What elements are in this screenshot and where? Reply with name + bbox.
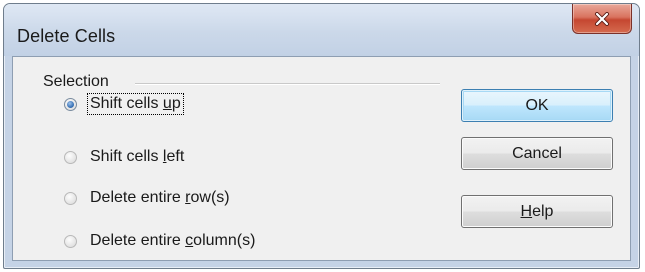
help-button[interactable]: Help bbox=[461, 195, 613, 228]
radio-shift-cells-up[interactable] bbox=[64, 97, 77, 111]
radio-shift-cells-left[interactable] bbox=[64, 150, 77, 164]
option-label-delete-entire-columns: Delete entire column(s) bbox=[88, 231, 257, 251]
option-label-shift-cells-up: Shift cells up bbox=[87, 93, 184, 115]
label-text: eft bbox=[166, 148, 185, 165]
close-x-icon bbox=[595, 11, 609, 26]
label-text: Delete entire bbox=[90, 189, 186, 206]
option-label-shift-cells-left: Shift cells left bbox=[88, 147, 186, 167]
radio-delete-entire-columns[interactable] bbox=[64, 234, 77, 248]
option-label-delete-entire-rows: Delete entire row(s) bbox=[88, 188, 232, 208]
option-delete-entire-rows[interactable]: Delete entire row(s) bbox=[64, 186, 232, 210]
help-button-label: elp bbox=[532, 203, 554, 220]
accelerator-key: c bbox=[185, 232, 194, 249]
option-shift-cells-left[interactable]: Shift cells left bbox=[64, 145, 186, 169]
option-shift-cells-up[interactable]: Shift cells up bbox=[64, 92, 184, 116]
delete-cells-dialog: Delete Cells Selection Shift cells up Sh… bbox=[3, 3, 640, 269]
dialog-body: Selection Shift cells up Shift cells lef… bbox=[12, 56, 631, 261]
label-text: Delete entire bbox=[90, 232, 186, 249]
radio-delete-entire-rows[interactable] bbox=[64, 191, 77, 205]
dialog-title: Delete Cells bbox=[17, 26, 116, 46]
label-text: olumn(s) bbox=[193, 232, 256, 249]
cancel-button[interactable]: Cancel bbox=[461, 137, 613, 170]
accelerator-key: H bbox=[520, 203, 533, 220]
label-text: Shift cells bbox=[90, 148, 163, 165]
ok-button[interactable]: OK bbox=[461, 89, 613, 122]
label-text: p bbox=[171, 95, 181, 112]
selection-group-label: Selection bbox=[40, 73, 112, 91]
selection-group-line bbox=[135, 83, 440, 85]
close-button[interactable] bbox=[572, 4, 632, 34]
title-bar[interactable]: Delete Cells bbox=[4, 4, 639, 56]
label-text: ow(s) bbox=[190, 189, 230, 206]
accelerator-key: u bbox=[162, 95, 172, 112]
option-delete-entire-columns[interactable]: Delete entire column(s) bbox=[64, 229, 257, 253]
label-text: Shift cells bbox=[90, 95, 163, 112]
